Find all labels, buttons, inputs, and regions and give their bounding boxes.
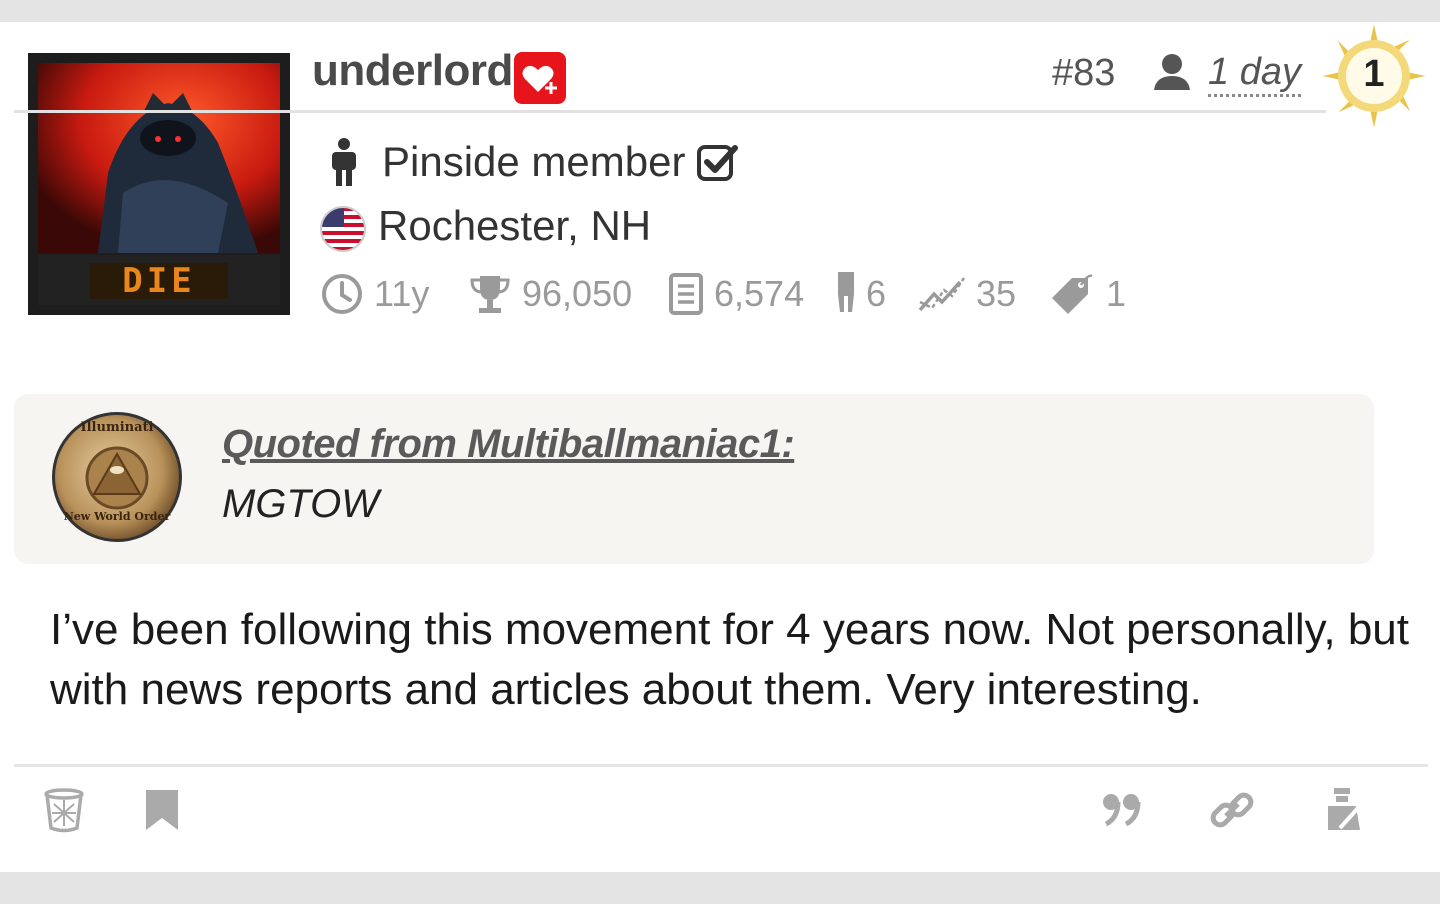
username[interactable]: underlord (312, 46, 513, 96)
stat-score-value: 96,050 (522, 273, 633, 314)
post-age[interactable]: 1 day (1208, 50, 1301, 97)
stat-tags-value: 1 (1106, 273, 1127, 314)
avatar-dmd-text: DIE (122, 261, 196, 301)
post-body: I’ve been following this movement for 4 … (50, 605, 1409, 714)
report-icon[interactable] (1320, 786, 1368, 834)
post-card: DIE underlord #83 1 day 1 Pinside member… (0, 20, 1440, 872)
quote-avatar-top-text: Illuminati (80, 420, 154, 435)
stat-tags[interactable]: 1 (1048, 272, 1126, 316)
footer-divider (14, 764, 1428, 767)
quote-block: Illuminati New World Order Quoted from M… (14, 394, 1374, 564)
clock-icon (322, 274, 362, 314)
trophy-icon (470, 276, 510, 313)
document-icon (669, 273, 703, 315)
trend-icon (918, 277, 966, 312)
person-icon (1152, 52, 1192, 92)
sun-badge-icon[interactable]: 1 (1318, 20, 1430, 132)
user-location: Rochester, NH (378, 202, 652, 249)
member-label: Pinside member (382, 138, 686, 185)
check-square-icon (696, 142, 738, 184)
post-number[interactable]: #83 (1052, 52, 1115, 95)
quote-avatar[interactable]: Illuminati New World Order (50, 410, 184, 544)
stat-machines[interactable]: 6 (836, 272, 886, 316)
stat-membership-value: 11y (374, 273, 430, 314)
quote-text: MGTOW (222, 482, 380, 526)
quote-source-link[interactable]: Quoted from Multiballmaniac1: (222, 422, 795, 467)
link-icon[interactable] (1208, 786, 1256, 834)
heart-plus-icon[interactable] (514, 52, 566, 104)
pinball-machine-icon (838, 272, 854, 312)
bookmark-icon[interactable] (138, 786, 186, 834)
badge-number: 1 (1363, 53, 1385, 95)
stat-trend-value: 35 (976, 273, 1017, 314)
stat-machines-value: 6 (866, 273, 887, 314)
trash-icon[interactable] (40, 786, 88, 834)
header-divider (14, 110, 1326, 113)
stat-trend[interactable]: 35 (918, 272, 1016, 316)
stat-score[interactable]: 96,050 (468, 272, 632, 316)
quote-icon[interactable] (1098, 786, 1146, 834)
us-flag-icon (318, 204, 368, 254)
stat-posts-value: 6,574 (714, 273, 805, 314)
tag-icon (1052, 274, 1093, 314)
user-avatar[interactable]: DIE (28, 53, 290, 315)
stat-membership[interactable]: 11y (320, 272, 429, 316)
member-figure-icon (326, 138, 362, 188)
stat-posts[interactable]: 6,574 (668, 272, 804, 316)
quote-avatar-bottom-text: New World Order (63, 510, 171, 523)
